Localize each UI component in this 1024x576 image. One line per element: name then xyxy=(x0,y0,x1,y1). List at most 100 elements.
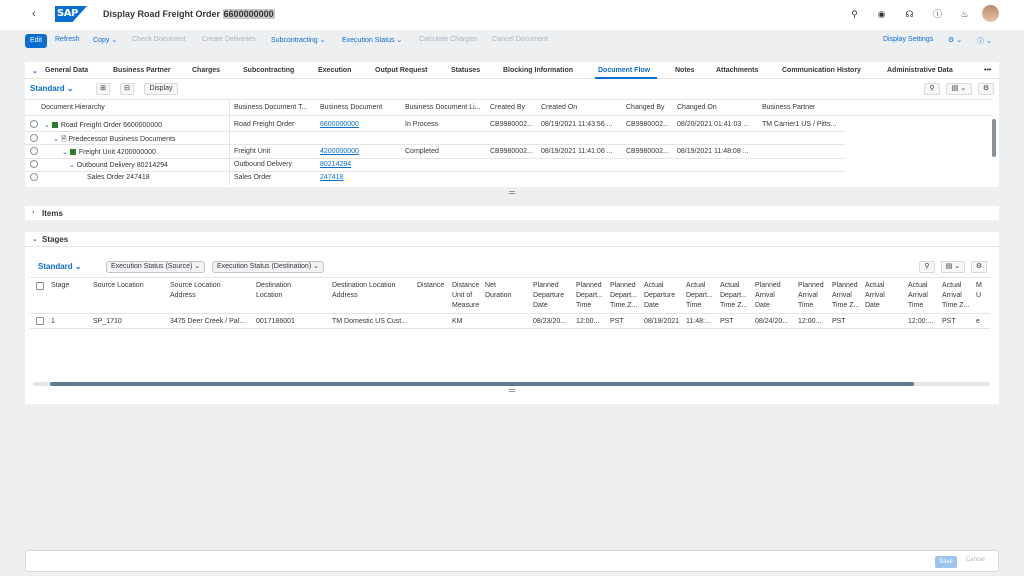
document-link[interactable]: 4200000000 xyxy=(320,148,359,155)
tab-execution[interactable]: Execution xyxy=(318,67,351,74)
table-settings-icon[interactable]: ⚙ xyxy=(971,261,987,273)
document-link[interactable]: 6600000000 xyxy=(320,121,359,128)
copy-button[interactable]: Copy ⌄ xyxy=(93,36,117,44)
row-selector[interactable] xyxy=(30,160,38,168)
tab-administrative-data[interactable]: Administrative Data xyxy=(887,67,953,74)
row-selector[interactable] xyxy=(30,147,38,155)
copilot-icon[interactable]: ◉ xyxy=(876,9,887,20)
avatar[interactable] xyxy=(982,5,999,22)
tree-node[interactable]: ⌄ Road Freight Order 6600000000 xyxy=(44,121,162,129)
calculate-charges-button[interactable]: Calculate Charges xyxy=(419,36,477,43)
resize-handle-icon[interactable] xyxy=(509,191,515,194)
column-distance-unit[interactable]: Distance Unit of Measure xyxy=(452,281,484,311)
settings-menu-icon[interactable]: ⚙ ⌄ xyxy=(948,36,962,44)
export-icon[interactable]: ▤ ⌄ xyxy=(946,83,972,95)
sap-logo[interactable]: SAP xyxy=(55,6,87,22)
display-button[interactable]: Display xyxy=(144,83,178,95)
column-planned-departure-timezone[interactable]: Planned Depart... Time Z... xyxy=(610,281,642,311)
column-actual-arrival-time[interactable]: Actual Arrival Time xyxy=(908,281,940,311)
filter-execution-status-source[interactable]: Execution Status (Source) ⌄ xyxy=(106,261,206,273)
check-document-button[interactable]: Check Document xyxy=(132,36,186,43)
tab-statuses[interactable]: Statuses xyxy=(451,67,480,74)
expand-all-icon[interactable]: ⊞ xyxy=(96,83,110,95)
tab-notes[interactable]: Notes xyxy=(675,67,694,74)
cancel-button[interactable]: Cancel xyxy=(966,557,985,563)
column-stage[interactable]: Stage xyxy=(51,282,69,289)
column-document-hierarchy[interactable]: Document Hierarchy xyxy=(41,104,105,111)
create-deliveries-button[interactable]: Create Deliveries xyxy=(202,36,256,43)
edit-button[interactable]: Edit xyxy=(25,34,47,48)
column-planned-departure-date[interactable]: Planned Departure Date xyxy=(533,281,569,311)
horizontal-scrollbar[interactable] xyxy=(50,382,914,386)
column-changed-by[interactable]: Changed By xyxy=(626,104,665,111)
bell-icon[interactable]: ♨ xyxy=(959,9,970,20)
items-section-header[interactable]: › Items xyxy=(25,206,999,220)
execution-status-button[interactable]: Execution Status ⌄ xyxy=(342,36,402,44)
collapse-all-icon[interactable]: ⊟ xyxy=(120,83,134,95)
cancel-document-button[interactable]: Cancel Document xyxy=(492,36,548,43)
column-created-by[interactable]: Created By xyxy=(490,104,525,111)
column-actual-departure-time[interactable]: Actual Depart... Time xyxy=(686,281,718,311)
column-business-partner[interactable]: Business Partner xyxy=(762,104,815,111)
tab-communication-history[interactable]: Communication History xyxy=(782,67,861,74)
row-selector[interactable] xyxy=(30,173,38,181)
row-checkbox[interactable] xyxy=(36,317,44,325)
column-more[interactable]: M U xyxy=(976,281,988,301)
filter-execution-status-destination[interactable]: Execution Status (Destination) ⌄ xyxy=(212,261,324,273)
column-planned-arrival-time[interactable]: Planned Arrival Time xyxy=(798,281,830,311)
row-selector[interactable] xyxy=(30,134,38,142)
tab-subcontracting[interactable]: Subcontracting xyxy=(243,67,294,74)
tree-node[interactable]: ⌄ Freight Unit 4200000000 xyxy=(62,148,156,156)
tab-document-flow[interactable]: Document Flow xyxy=(598,67,650,74)
column-changed-on[interactable]: Changed On xyxy=(677,104,717,111)
column-lifecycle[interactable]: Business Document Li... xyxy=(405,104,480,111)
column-business-document[interactable]: Business Document xyxy=(320,104,382,111)
resize-handle-icon[interactable] xyxy=(509,389,515,392)
column-source-location-address[interactable]: Source Location Address xyxy=(170,281,235,301)
column-planned-arrival-timezone[interactable]: Planned Arrival Time Z... xyxy=(832,281,864,311)
column-actual-departure-timezone[interactable]: Actual Depart... Time Z... xyxy=(720,281,752,311)
tab-business-partner[interactable]: Business Partner xyxy=(113,67,171,74)
tab-output-request[interactable]: Output Request xyxy=(375,67,428,74)
subcontracting-button[interactable]: Subcontracting ⌄ xyxy=(271,36,326,44)
column-source-location[interactable]: Source Location xyxy=(93,282,144,289)
column-actual-arrival-date[interactable]: Actual Arrival Date xyxy=(865,281,897,311)
search-icon[interactable]: ⚲ xyxy=(849,9,860,20)
table-search-icon[interactable]: ⚲ xyxy=(924,83,940,95)
column-net-duration[interactable]: Net Duration xyxy=(485,281,518,301)
document-link[interactable]: 80214294 xyxy=(320,161,351,168)
vertical-scrollbar[interactable] xyxy=(992,119,996,157)
select-all-checkbox[interactable] xyxy=(36,282,44,290)
tab-blocking-information[interactable]: Blocking Information xyxy=(503,67,573,74)
column-actual-arrival-timezone[interactable]: Actual Arrival Time Z... xyxy=(942,281,974,311)
export-icon[interactable]: ▤ ⌄ xyxy=(941,261,965,273)
row-selector[interactable] xyxy=(30,120,38,128)
variant-selector[interactable]: Standard ⌄ xyxy=(30,84,74,93)
collapse-icon[interactable]: ⌄ xyxy=(32,67,38,75)
variant-selector[interactable]: Standard ⌄ xyxy=(38,262,82,271)
tree-node[interactable]: ⌄ Outbound Delivery 80214294 xyxy=(69,161,168,169)
tree-node[interactable]: Sales Order 247418 xyxy=(87,174,150,181)
help-icon[interactable]: ⓘ xyxy=(932,9,943,20)
column-planned-departure-time[interactable]: Planned Depart... Time xyxy=(576,281,608,311)
refresh-button[interactable]: Refresh xyxy=(55,36,80,43)
tab-general-data[interactable]: General Data xyxy=(45,67,88,74)
column-destination-location-address[interactable]: Destination Location Address xyxy=(332,281,407,301)
column-destination-location[interactable]: Destination Location xyxy=(256,281,311,301)
document-link[interactable]: 247418 xyxy=(320,174,343,181)
table-settings-icon[interactable]: ⚙ xyxy=(978,83,994,95)
column-planned-arrival-date[interactable]: Planned Arrival Date xyxy=(755,281,791,311)
save-button[interactable]: Save xyxy=(935,556,957,568)
chevron-down-icon[interactable]: ⌄ xyxy=(32,235,38,243)
column-actual-departure-date[interactable]: Actual Departure Date xyxy=(644,281,682,311)
back-icon[interactable]: ‹ xyxy=(32,8,36,20)
more-icon[interactable]: ••• xyxy=(984,67,991,74)
column-business-document-type[interactable]: Business Document T... xyxy=(234,104,307,111)
display-settings-button[interactable]: Display Settings xyxy=(883,36,933,43)
headset-icon[interactable]: ☊ xyxy=(904,9,915,20)
tab-attachments[interactable]: Attachments xyxy=(716,67,758,74)
help-menu-icon[interactable]: ⓘ ⌄ xyxy=(977,36,992,46)
column-created-on[interactable]: Created On xyxy=(541,104,577,111)
column-distance[interactable]: Distance xyxy=(417,282,444,289)
tab-charges[interactable]: Charges xyxy=(192,67,220,74)
